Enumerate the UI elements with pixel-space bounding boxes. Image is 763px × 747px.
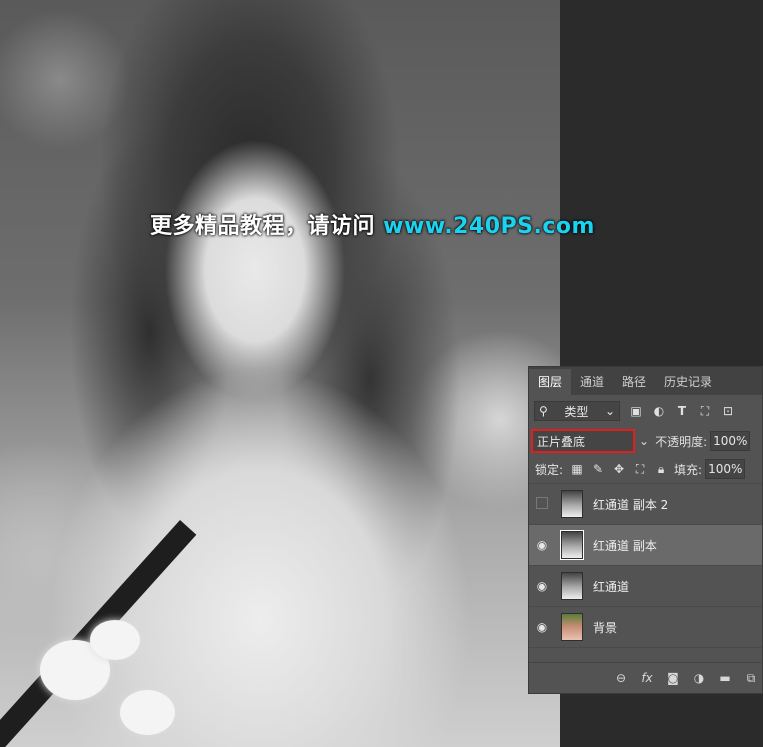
panel-bottom-bar: ⊖ fx ◙ ◑ ▬ ⧉ bbox=[529, 662, 762, 693]
flower bbox=[90, 620, 140, 660]
eye-icon[interactable]: ◉ bbox=[529, 538, 555, 552]
layer-row[interactable]: ◉ 背景 bbox=[529, 606, 762, 648]
folder-icon[interactable]: ▬ bbox=[718, 671, 732, 685]
canvas-photo bbox=[0, 0, 560, 747]
lock-row: 锁定: ▦ ✎ ✥ ⛶ 🔒︎ 填充: 100% bbox=[529, 455, 762, 483]
lock-all-icon[interactable]: 🔒︎ bbox=[654, 462, 668, 477]
visibility-toggle[interactable] bbox=[529, 496, 555, 512]
filter-kind-label: 类型 bbox=[564, 404, 589, 419]
smart-object-filter-icon[interactable]: ⊡ bbox=[721, 404, 735, 418]
chevron-down-icon[interactable]: ⌄ bbox=[639, 434, 649, 448]
eye-icon[interactable]: ◉ bbox=[529, 579, 555, 593]
lock-move-icon[interactable]: ✥ bbox=[612, 462, 626, 476]
layer-name: 红通道 副本 2 bbox=[593, 497, 669, 512]
watermark-text: 更多精品教程，请访问 bbox=[150, 214, 384, 239]
opacity-label: 不透明度: bbox=[655, 434, 708, 449]
fill-label: 填充: bbox=[674, 462, 703, 477]
watermark: 更多精品教程，请访问 www.240PS.com bbox=[150, 208, 595, 240]
layer-thumbnail bbox=[560, 530, 584, 560]
flower bbox=[120, 690, 175, 735]
filter-kind-select[interactable]: ⚲ 类型 ⌄ bbox=[534, 401, 620, 421]
watermark-url: www.240PS.com bbox=[383, 214, 595, 239]
blend-row: 正片叠底 ⌄ 不透明度: 100% bbox=[529, 427, 762, 455]
layer-thumbnail bbox=[561, 613, 583, 641]
new-layer-icon[interactable]: ⧉ bbox=[744, 671, 758, 686]
eye-icon[interactable]: ◉ bbox=[529, 620, 555, 634]
lock-artboard-icon[interactable]: ⛶ bbox=[633, 462, 647, 477]
type-filter-icon[interactable]: T bbox=[675, 404, 689, 418]
fx-icon[interactable]: fx bbox=[640, 671, 654, 685]
tab-history[interactable]: 历史记录 bbox=[655, 369, 721, 395]
filter-row: ⚲ 类型 ⌄ ▣ ◐ T ⛶ ⊡ bbox=[529, 395, 762, 427]
layer-name: 背景 bbox=[593, 620, 618, 635]
blend-mode-select[interactable]: 正片叠底 bbox=[531, 429, 635, 453]
layer-row[interactable]: ◉ 红通道 副本 bbox=[529, 524, 762, 565]
search-icon: ⚲ bbox=[539, 404, 548, 418]
tab-paths[interactable]: 路径 bbox=[613, 369, 655, 395]
tab-layers[interactable]: 图层 bbox=[529, 369, 572, 395]
layers-panel: 图层 通道 路径 历史记录 ⚲ 类型 ⌄ ▣ ◐ T ⛶ ⊡ 正片叠底 ⌄ 不透… bbox=[528, 366, 763, 694]
adjustment-filter-icon[interactable]: ◐ bbox=[652, 404, 666, 418]
opacity-input[interactable]: 100% bbox=[710, 431, 751, 451]
panel-tabs: 图层 通道 路径 历史记录 bbox=[529, 367, 762, 395]
mask-icon[interactable]: ◙ bbox=[666, 671, 680, 685]
layer-thumbnail bbox=[561, 490, 583, 518]
layer-name: 红通道 副本 bbox=[593, 538, 657, 553]
link-icon[interactable]: ⊖ bbox=[614, 671, 628, 685]
adjustment-icon[interactable]: ◑ bbox=[692, 671, 706, 685]
layer-thumbnail bbox=[561, 572, 583, 600]
lock-label: 锁定: bbox=[535, 462, 564, 477]
layer-row[interactable]: ◉ 红通道 bbox=[529, 565, 762, 606]
chevron-down-icon: ⌄ bbox=[604, 404, 615, 418]
lock-brush-icon[interactable]: ✎ bbox=[591, 462, 605, 476]
layer-name: 红通道 bbox=[593, 579, 630, 594]
fill-input[interactable]: 100% bbox=[705, 459, 746, 479]
shape-filter-icon[interactable]: ⛶ bbox=[698, 404, 712, 418]
layer-row[interactable]: 红通道 副本 2 bbox=[529, 483, 762, 524]
lock-transparency-icon[interactable]: ▦ bbox=[570, 462, 584, 476]
image-filter-icon[interactable]: ▣ bbox=[629, 404, 643, 418]
blend-mode-value: 正片叠底 bbox=[537, 434, 586, 449]
tab-channels[interactable]: 通道 bbox=[571, 369, 613, 395]
